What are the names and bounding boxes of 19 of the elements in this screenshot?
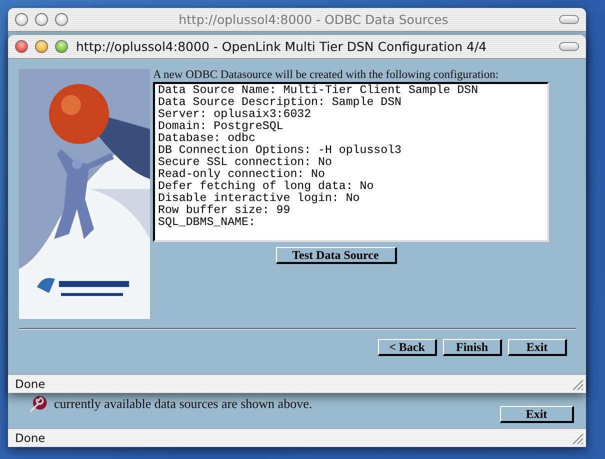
status-text: Done — [15, 377, 46, 391]
note-text: currently available data sources are shown above. — [54, 396, 312, 412]
exit-button[interactable]: Exit — [500, 406, 574, 423]
resize-grip-icon[interactable] — [571, 378, 584, 390]
minimize-button[interactable] — [35, 40, 48, 53]
resize-grip-icon[interactable] — [571, 432, 584, 444]
back-button[interactable]: < Back — [378, 339, 437, 356]
wrench-icon — [28, 394, 48, 414]
window-title: http://oplussol4:8000 - OpenLink Multi Tier DSN Configuration 4/4 — [76, 39, 488, 54]
configuration-text-area[interactable]: Data Source Name: Multi-Tier Client Sample DSN Data Source Description: Sample DSN Server: oplusaix3:6032 Domain: PostgreSQL Database: odbc DB Connection Options: -H oplussol3 Secure SSL connection: No Read-only connection: No Defer fetching of long data: No Disable interactive login: No Row buffer size: 99 SQL_DBMS_NAME: — [153, 82, 549, 242]
window-title: http://oplussol4:8000 - ODBC Data Sources — [178, 12, 450, 27]
toolbar-toggle-button[interactable] — [559, 42, 579, 51]
zoom-button[interactable] — [55, 40, 68, 53]
intro-text: A new ODBC Datasource will be created with the following configuration: — [153, 69, 500, 82]
close-button[interactable] — [15, 40, 28, 53]
exit-button[interactable]: Exit — [508, 339, 567, 356]
finish-button[interactable]: Finish — [443, 339, 502, 356]
test-data-source-button[interactable]: Test Data Source — [276, 247, 396, 264]
status-text: Done — [15, 431, 46, 445]
